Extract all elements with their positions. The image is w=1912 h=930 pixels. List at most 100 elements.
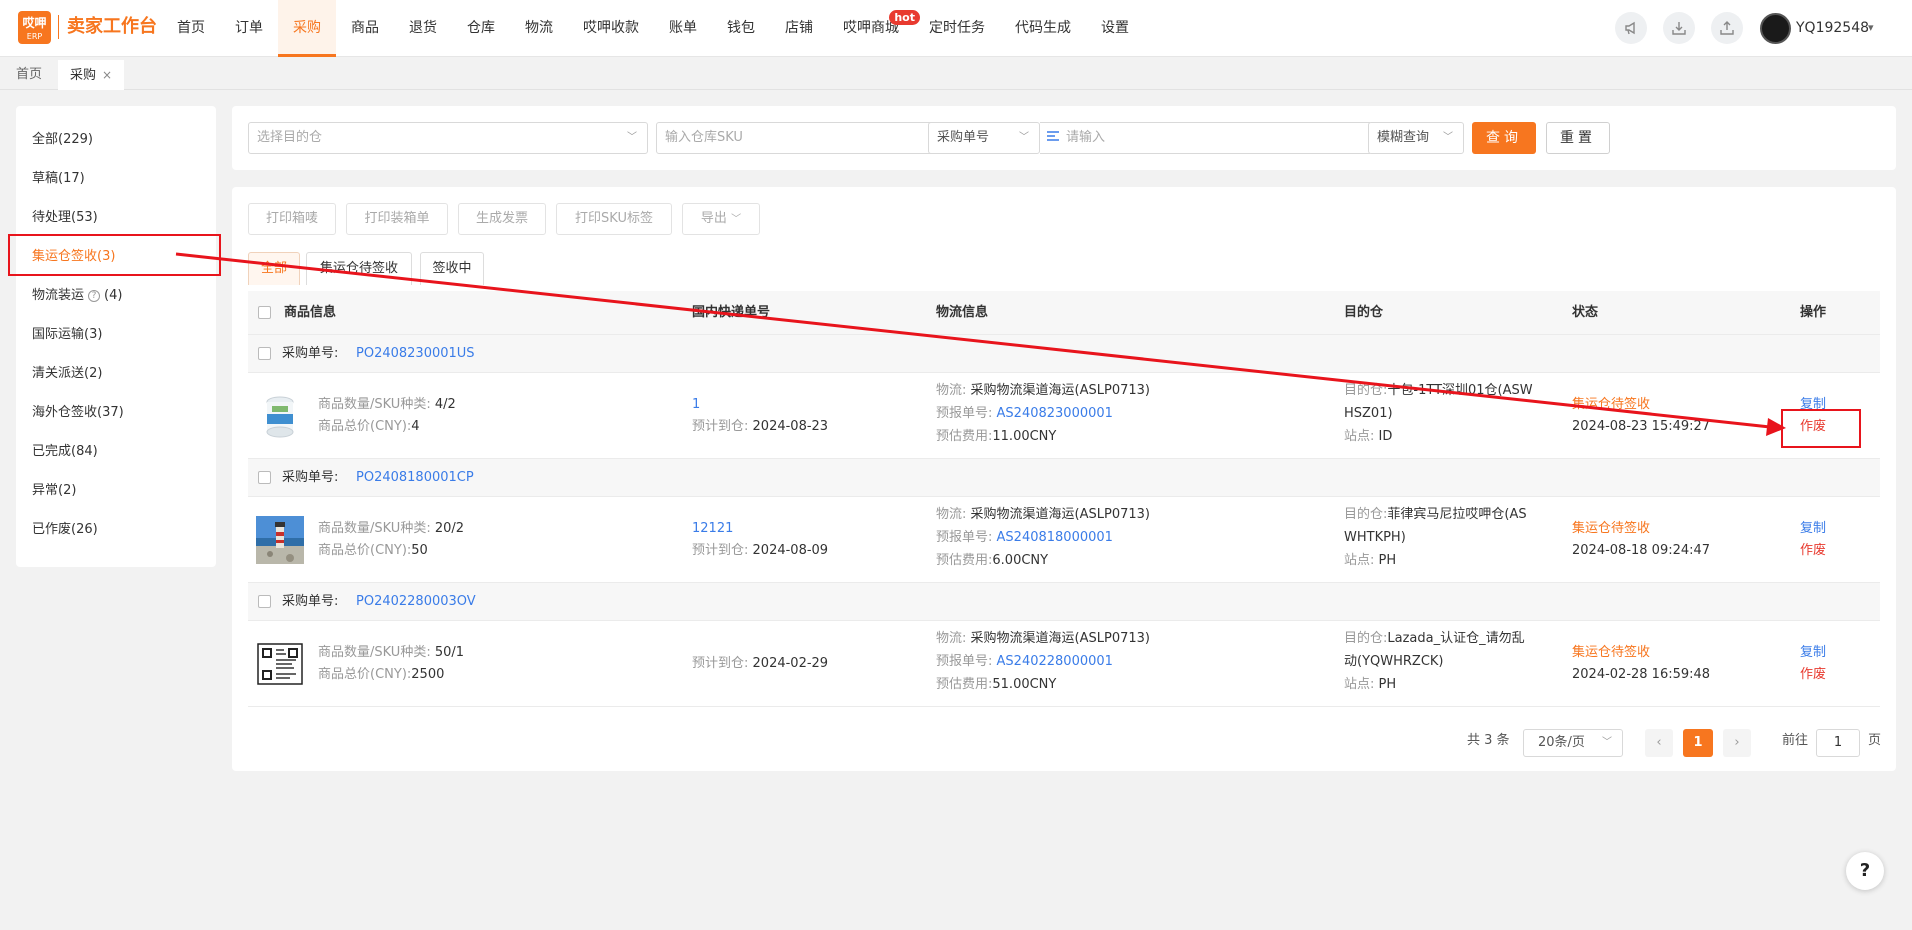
nav-logistics[interactable]: 物流: [510, 0, 568, 57]
order-group-header: 采购单号: PO2402280003OV: [248, 583, 1880, 621]
nav-stores[interactable]: 店铺: [770, 0, 828, 57]
sidebar-item-intl-transport[interactable]: 国际运输(3): [32, 325, 102, 345]
chevron-down-icon: ﹀: [1602, 737, 1612, 748]
chevron-down-icon[interactable]: ▾: [1868, 18, 1874, 38]
page-size-select[interactable]: 20条/页 ﹀: [1523, 729, 1623, 757]
product-thumbnail[interactable]: [256, 516, 304, 564]
search-type-select[interactable]: 采购单号 ﹀: [928, 122, 1040, 154]
nav-scheduled-tasks[interactable]: 定时任务: [914, 0, 1000, 57]
sidebar-item-draft[interactable]: 草稿(17): [32, 169, 85, 189]
print-packing-list-button[interactable]: 打印装箱单: [346, 203, 448, 235]
header-destination: 目的仓: [1344, 305, 1384, 320]
copy-button[interactable]: 复制: [1800, 393, 1826, 416]
eta-value: 2024-02-29: [752, 656, 829, 671]
goto-page-input[interactable]: 1: [1816, 729, 1860, 757]
export-button[interactable]: 导出 ﹀: [682, 203, 760, 235]
next-page-button[interactable]: ›: [1723, 729, 1751, 757]
prebook-link[interactable]: AS240818000001: [997, 530, 1113, 545]
megaphone-icon[interactable]: [1615, 12, 1647, 44]
void-button[interactable]: 作废: [1800, 415, 1826, 438]
logo-divider: [58, 15, 59, 39]
help-button[interactable]: ?: [1846, 852, 1884, 890]
page-tab-purchase[interactable]: 采购 ×: [58, 60, 125, 90]
nav-orders[interactable]: 订单: [220, 0, 278, 57]
prebook-link[interactable]: AS240228000001: [997, 654, 1113, 669]
product-thumbnail[interactable]: [256, 392, 304, 440]
select-all-checkbox[interactable]: [258, 306, 271, 319]
nav-label: 采购: [293, 20, 321, 36]
dest-label: 目的仓:: [1344, 631, 1388, 646]
close-icon[interactable]: ×: [102, 68, 112, 82]
nav-code-gen[interactable]: 代码生成: [1000, 0, 1086, 57]
tracking-link[interactable]: 1: [692, 397, 700, 412]
logistics-value: 采购物流渠道海运(ASLP0713): [970, 383, 1150, 398]
tab-awaiting-receipt[interactable]: 集运仓待签收: [306, 252, 412, 285]
chevron-down-icon: ﹀: [1443, 132, 1453, 143]
prev-page-button[interactable]: ‹: [1645, 729, 1673, 757]
nav-payments[interactable]: 哎呷收款: [568, 0, 654, 57]
nav-mall[interactable]: 哎呷商城 hot: [828, 0, 920, 57]
download-icon[interactable]: [1663, 12, 1695, 44]
sidebar-item-voided[interactable]: 已作废(26): [32, 520, 98, 540]
po-number-link[interactable]: PO2408230001US: [356, 335, 475, 373]
logo[interactable]: 哎呷 ERP: [18, 11, 51, 44]
row-checkbox[interactable]: [258, 595, 271, 608]
sidebar-item-customs-delivery[interactable]: 清关派送(2): [32, 364, 102, 384]
nav-products[interactable]: 商品: [336, 0, 394, 57]
nav-wallet[interactable]: 钱包: [712, 0, 770, 57]
print-sku-label-button[interactable]: 打印SKU标签: [556, 203, 672, 235]
void-button[interactable]: 作废: [1800, 539, 1826, 562]
upload-icon[interactable]: [1711, 12, 1743, 44]
search-type-value: 采购单号: [937, 130, 990, 145]
page-1-button[interactable]: 1: [1683, 729, 1713, 757]
nav-bills[interactable]: 账单: [654, 0, 712, 57]
status-badge: 集运仓待签收: [1572, 645, 1651, 660]
copy-button[interactable]: 复制: [1800, 641, 1826, 664]
nav-settings[interactable]: 设置: [1086, 0, 1144, 57]
site-label: 站点:: [1344, 553, 1375, 568]
avatar[interactable]: [1760, 13, 1791, 44]
prebook-label: 预报单号:: [936, 530, 993, 545]
nav-purchase[interactable]: 采购: [278, 0, 336, 57]
nav-home[interactable]: 首页: [162, 0, 220, 57]
row-checkbox[interactable]: [258, 347, 271, 360]
sidebar-item-pending[interactable]: 待处理(53): [32, 208, 98, 228]
sidebar-item-logistics-loading[interactable]: 物流装运? (4): [32, 286, 122, 306]
help-icon[interactable]: ?: [88, 290, 101, 302]
page-tab-home[interactable]: 首页: [4, 60, 54, 90]
sidebar-item-overseas-received[interactable]: 海外仓签收(37): [32, 403, 124, 423]
generate-invoice-button[interactable]: 生成发票: [458, 203, 546, 235]
nav-warehouse[interactable]: 仓库: [452, 0, 510, 57]
query-button[interactable]: 查询: [1472, 122, 1536, 154]
username[interactable]: YQ192548: [1796, 17, 1869, 39]
tab-receiving[interactable]: 签收中: [420, 252, 484, 285]
logistics-label: 物流:: [936, 383, 967, 398]
po-number-link[interactable]: PO2408180001CP: [356, 459, 474, 497]
tracking-link[interactable]: 12121: [692, 521, 733, 536]
sku-input[interactable]: 输入仓库SKU: [656, 122, 952, 154]
reset-button[interactable]: 重置: [1546, 122, 1610, 154]
export-label: 导出: [700, 211, 727, 226]
copy-button[interactable]: 复制: [1800, 517, 1826, 540]
nav-label: 首页: [177, 20, 205, 36]
product-thumbnail[interactable]: [256, 640, 304, 688]
status-badge: 集运仓待签收: [1572, 521, 1651, 536]
sidebar-item-exception[interactable]: 异常(2): [32, 481, 76, 501]
sidebar-item-all[interactable]: 全部(229): [32, 130, 93, 150]
prebook-link[interactable]: AS240823000001: [997, 406, 1113, 421]
po-number-link[interactable]: PO2402280003OV: [356, 583, 476, 621]
sidebar-item-consolidation-received[interactable]: 集运仓签收(3): [32, 247, 115, 267]
dest-label: 目的仓:: [1344, 507, 1388, 522]
sidebar-item-completed[interactable]: 已完成(84): [32, 442, 98, 462]
qty-label: 商品数量/SKU种类:: [318, 397, 431, 412]
void-button[interactable]: 作废: [1800, 663, 1826, 686]
nav-label: 退货: [409, 20, 437, 36]
warehouse-select[interactable]: 选择目的仓 ﹀: [248, 122, 648, 154]
tab-all[interactable]: 全部: [248, 252, 300, 285]
qty-value: 20/2: [434, 521, 465, 536]
match-mode-select[interactable]: 模糊查询 ﹀: [1368, 122, 1464, 154]
row-checkbox[interactable]: [258, 471, 271, 484]
print-box-label-button[interactable]: 打印箱唛: [248, 203, 336, 235]
search-input[interactable]: 请输入: [1040, 122, 1370, 154]
nav-returns[interactable]: 退货: [394, 0, 452, 57]
